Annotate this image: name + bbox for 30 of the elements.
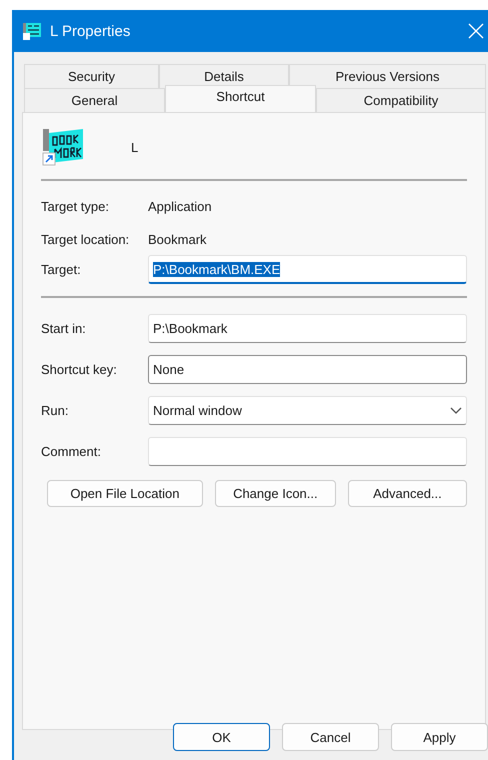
shortcut-key-field[interactable]: None: [148, 355, 467, 384]
window-title: L Properties: [50, 22, 130, 40]
shortcut-name: L: [131, 140, 138, 154]
field-label: Run:: [41, 403, 70, 418]
tab[interactable]: Security: [24, 64, 159, 88]
run-dropdown[interactable]: Normal window: [148, 396, 467, 425]
input-field[interactable]: P:\Bookmark\BM.EXE: [148, 255, 467, 284]
dialog-button[interactable]: Cancel: [282, 723, 379, 751]
input-field[interactable]: [148, 437, 467, 466]
info-label: Target location:: [41, 232, 130, 247]
tab[interactable]: General: [24, 88, 165, 112]
field-label: Shortcut key:: [41, 362, 118, 377]
dialog-button[interactable]: Apply: [391, 723, 488, 751]
field-label: Start in:: [41, 321, 87, 336]
input-field[interactable]: P:\Bookmark: [148, 314, 467, 343]
app-icon: [22, 21, 42, 41]
close-icon[interactable]: [468, 23, 484, 39]
tab[interactable]: Compatibility: [316, 88, 486, 112]
info-value: Bookmark: [148, 232, 208, 247]
tab[interactable]: Previous Versions: [289, 64, 486, 88]
action-button[interactable]: Advanced...: [348, 480, 467, 507]
field-label: Comment:: [41, 444, 102, 459]
info-label: Target type:: [41, 199, 110, 214]
info-value: Application: [148, 199, 213, 214]
action-button[interactable]: Open File Location: [47, 480, 203, 507]
field-label: Target:: [41, 262, 82, 277]
action-button[interactable]: Change Icon...: [214, 480, 336, 507]
tab[interactable]: Shortcut: [165, 85, 316, 112]
chevron-down-icon: [450, 406, 462, 414]
dialog-button[interactable]: OK: [173, 723, 270, 751]
